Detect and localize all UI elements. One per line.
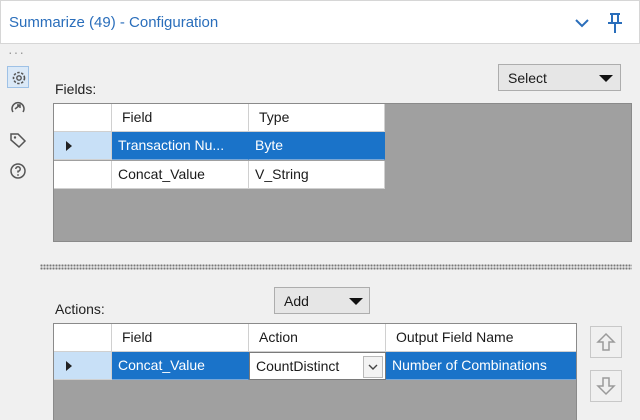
actions-grid[interactable]: Field Action Output Field Name Concat_Va… xyxy=(53,323,577,420)
help-icon[interactable] xyxy=(7,160,29,182)
row-selector[interactable] xyxy=(54,352,112,380)
type-cell[interactable]: Byte xyxy=(249,132,385,160)
move-up-button[interactable] xyxy=(590,326,622,358)
output-field-name-cell[interactable]: Number of Combinations xyxy=(386,352,576,380)
action-combo[interactable]: CountDistinct xyxy=(249,352,386,380)
add-dropdown[interactable]: Add xyxy=(274,287,370,314)
dropdown-arrow-icon xyxy=(599,75,613,82)
move-down-icon xyxy=(596,377,616,396)
panel-splitter[interactable] xyxy=(40,264,632,270)
column-header-output-field-name[interactable]: Output Field Name xyxy=(386,324,576,352)
current-row-arrow-icon xyxy=(66,361,72,371)
fields-label: Fields: xyxy=(55,81,97,97)
settings-gear-icon[interactable] xyxy=(7,66,29,88)
action-combo-value: CountDistinct xyxy=(256,358,340,374)
column-header-type[interactable]: Type xyxy=(249,104,385,132)
configuration-title-bar: Summarize (49) - Configuration xyxy=(0,0,640,44)
row-header-corner xyxy=(54,324,112,352)
row-selector[interactable] xyxy=(54,161,112,189)
row-selector[interactable] xyxy=(54,132,112,160)
select-dropdown-value: Select xyxy=(508,70,547,86)
column-header-action[interactable]: Action xyxy=(249,324,386,352)
field-cell[interactable]: Transaction Nu... xyxy=(112,132,249,160)
select-dropdown[interactable]: Select xyxy=(498,64,621,91)
field-cell[interactable]: Concat_Value xyxy=(112,352,249,380)
field-cell[interactable]: Concat_Value xyxy=(112,161,249,189)
window-title: Summarize (49) - Configuration xyxy=(9,14,219,31)
row-header-corner xyxy=(54,104,112,132)
type-cell[interactable]: V_String xyxy=(249,161,385,189)
more-options-dots[interactable]: ··· xyxy=(8,45,25,59)
chevron-down-icon[interactable] xyxy=(574,15,590,31)
tool-arrow-icon[interactable] xyxy=(7,97,29,119)
tag-icon[interactable] xyxy=(7,129,29,151)
fields-grid[interactable]: Field Type Transaction Nu... Byte Concat… xyxy=(53,103,632,242)
current-row-arrow-icon xyxy=(66,141,72,151)
column-header-field[interactable]: Field xyxy=(112,324,249,352)
pin-icon[interactable] xyxy=(605,12,625,34)
combo-chevron-icon[interactable] xyxy=(363,356,383,378)
add-dropdown-value: Add xyxy=(284,293,309,309)
move-down-button[interactable] xyxy=(590,370,622,402)
move-up-icon xyxy=(596,332,616,351)
dropdown-arrow-icon xyxy=(349,298,363,305)
column-header-field[interactable]: Field xyxy=(112,104,249,132)
actions-label: Actions: xyxy=(55,301,105,317)
